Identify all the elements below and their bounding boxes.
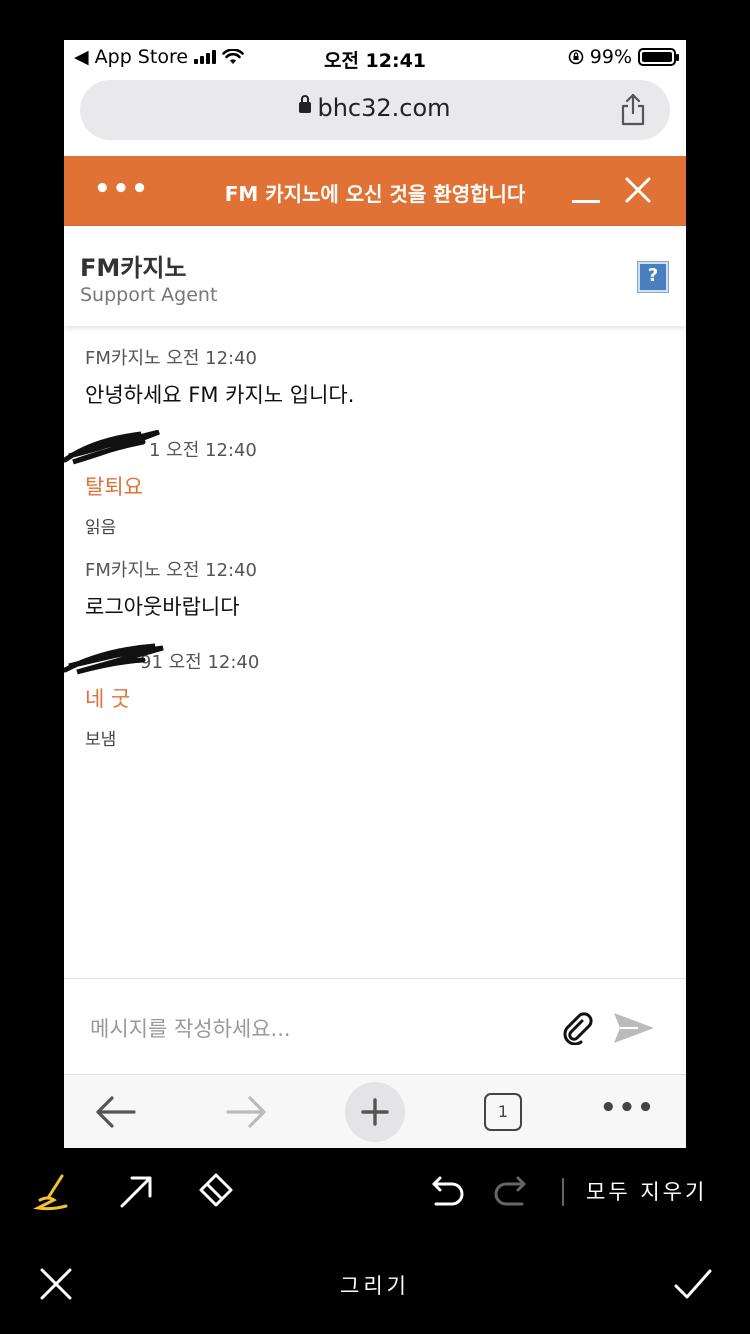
minimize-icon[interactable]: [572, 200, 600, 203]
message-item: 91 오전 12:40 네 굿 보냄: [64, 643, 259, 750]
new-tab-button[interactable]: [345, 1082, 405, 1142]
message-item: 1 오전 12:40 탈퇴요 읽음: [64, 430, 257, 538]
chat-header: ••• FM 카지노에 오신 것을 환영합니다: [64, 156, 686, 226]
message-composer[interactable]: 메시지를 작성하세요...: [64, 978, 686, 1074]
message-item: FM카지노 오전 12:40 로그아웃바랍니다: [85, 556, 257, 621]
redo-icon[interactable]: [490, 1170, 534, 1214]
message-status: 보냄: [85, 730, 117, 750]
battery-percent: 99%: [589, 46, 632, 68]
status-right: 99%: [568, 46, 679, 68]
address-bar[interactable]: bhc32.com: [80, 80, 670, 140]
send-icon[interactable]: [612, 1011, 656, 1045]
chat-title: FM 카지노에 오신 것을 환영합니다: [224, 182, 526, 206]
undo-icon[interactable]: [424, 1170, 468, 1214]
lock-icon: [299, 94, 312, 113]
drawing-title: 그리기: [340, 1274, 410, 1298]
agent-card: FM카지노 Support Agent ?: [64, 226, 686, 326]
back-arrow-icon[interactable]: [86, 1083, 146, 1141]
phone-screen: ◀ App Store 오전 12:41 99% bhc32.com ••• F…: [64, 40, 686, 1148]
url-text: bhc32.com: [317, 94, 451, 122]
message-meta: FM카지노 오전 12:40: [85, 560, 257, 581]
message-input[interactable]: 메시지를 작성하세요...: [90, 1013, 291, 1043]
agent-role: Support Agent: [80, 284, 218, 306]
url-display[interactable]: bhc32.com: [80, 94, 670, 122]
tabs-button[interactable]: 1: [484, 1093, 522, 1131]
clear-all-button[interactable]: 모두 지우기: [586, 1176, 707, 1206]
arrow-tool-icon[interactable]: [114, 1170, 158, 1214]
message-text: 네 굿: [85, 687, 131, 711]
plus-icon: [361, 1098, 389, 1126]
status-bar: ◀ App Store 오전 12:41 99%: [64, 40, 686, 76]
eraser-tool-icon[interactable]: [194, 1170, 238, 1214]
chat-menu-icon[interactable]: •••: [94, 174, 150, 204]
battery-icon: [638, 48, 679, 66]
share-icon[interactable]: [618, 92, 648, 126]
orientation-lock-icon: [568, 49, 584, 65]
message-text: 탈퇴요: [85, 475, 143, 499]
message-item: FM카지노 오전 12:40 안녕하세요 FM 카지노 입니다.: [85, 344, 354, 409]
confirm-check-icon[interactable]: [672, 1266, 714, 1302]
redaction-scribble: [64, 643, 164, 675]
attachment-icon[interactable]: [560, 1011, 594, 1045]
message-meta: FM카지노 오전 12:40: [85, 348, 257, 369]
message-text: 로그아웃바랍니다: [85, 595, 240, 619]
message-status: 읽음: [85, 518, 117, 538]
close-icon[interactable]: [624, 176, 652, 204]
pen-tool-icon[interactable]: [32, 1170, 76, 1214]
agent-name: FM카지노: [80, 254, 187, 282]
toolbar-divider: [562, 1178, 564, 1206]
forward-arrow-icon[interactable]: [216, 1083, 276, 1141]
help-icon[interactable]: ?: [637, 261, 669, 293]
more-icon[interactable]: •••: [600, 1093, 656, 1123]
message-text: 안녕하세요 FM 카지노 입니다.: [85, 383, 355, 407]
redaction-scribble: [64, 430, 160, 465]
browser-toolbar: 1 •••: [64, 1074, 686, 1148]
